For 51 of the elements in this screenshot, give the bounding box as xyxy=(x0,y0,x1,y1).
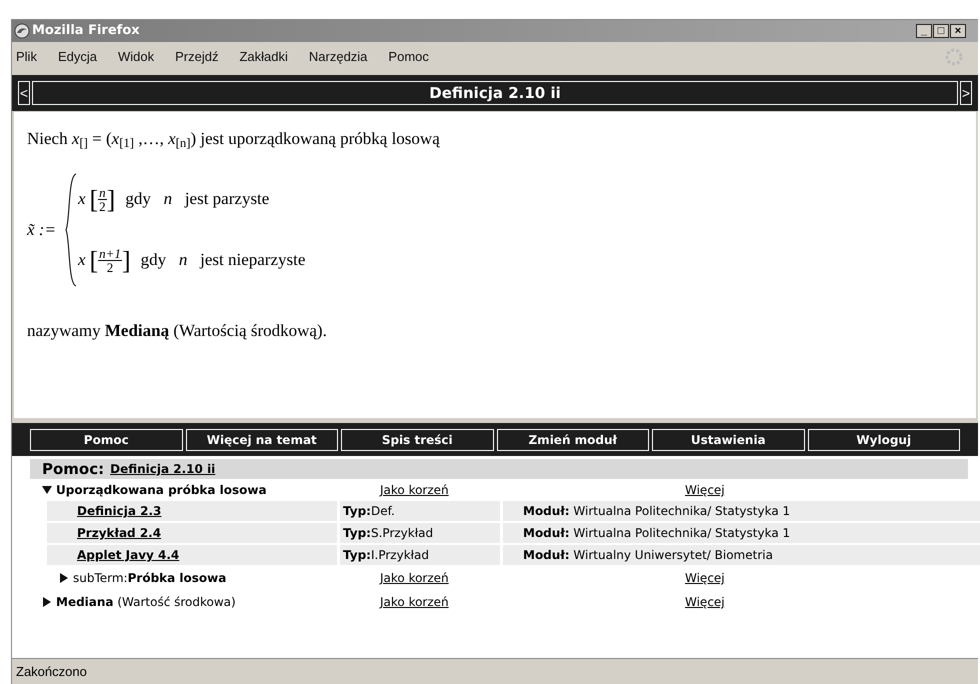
browser-logo-icon xyxy=(14,23,30,39)
root-link[interactable]: Jako korzeń xyxy=(380,481,449,499)
window-title: Mozilla Firefox xyxy=(32,22,140,40)
previous-button[interactable]: < xyxy=(18,81,30,105)
menu-item[interactable]: Zakładki xyxy=(239,47,288,67)
closing-sentence: nazywamy Medianą (Wartością środkową). xyxy=(27,320,328,342)
module-cell: Moduł: Wirtualna Politechnika/ Statystyka 1 xyxy=(503,523,980,543)
more-link[interactable]: Więcej xyxy=(685,481,725,499)
menu-item[interactable]: Edycja xyxy=(58,47,97,67)
status-text: Zakończono xyxy=(16,662,87,681)
subterm-label: subTerm:Próbka losowa xyxy=(73,570,226,587)
nav-tab[interactable]: Ustawienia xyxy=(652,428,804,450)
module-cell: Moduł: Wirtualny Uniwersytet/ Biometria xyxy=(503,545,980,565)
menu-item[interactable]: Plik xyxy=(16,47,37,67)
median-symbol: x̃ := xyxy=(27,218,56,241)
resource-link[interactable]: Przykład 2.4 xyxy=(77,524,162,542)
type-cell: Typ:I.Przykład xyxy=(340,545,500,565)
more-link[interactable]: Więcej xyxy=(685,569,725,587)
nav-tab[interactable]: Wyloguj xyxy=(808,428,960,450)
menu-item[interactable]: Widok xyxy=(118,47,154,67)
menu-item[interactable]: Narzędzia xyxy=(308,47,368,67)
resource-link[interactable]: Definicja 2.3 xyxy=(77,502,162,520)
root-link[interactable]: Jako korzeń xyxy=(380,593,449,611)
collapsed-triangle-icon[interactable] xyxy=(59,573,69,583)
help-topic-link[interactable]: Definicja 2.10 ii xyxy=(110,460,216,478)
nav-tab[interactable]: Więcej na temat xyxy=(186,428,338,450)
window-control-button[interactable]: _ xyxy=(916,24,932,38)
term-label: Mediana (Wartość środkowa) xyxy=(56,594,236,611)
window-control-button[interactable]: □ xyxy=(933,24,949,38)
nav-tab[interactable]: Spis treści xyxy=(341,428,494,450)
module-cell: Moduł: Wirtualna Politechnika/ Statystyka 1 xyxy=(503,501,980,521)
menu-item[interactable]: Pomoc xyxy=(388,47,429,67)
resource-link[interactable]: Applet Javy 4.4 xyxy=(77,546,180,564)
menu-item[interactable]: Przejdź xyxy=(175,47,218,67)
case-condition: gdy n jest parzyste xyxy=(125,188,270,210)
term-label: Uporządkowana próbka losowa xyxy=(56,482,267,499)
next-button[interactable]: > xyxy=(960,81,972,105)
case-condition: gdy n jest nieparzyste xyxy=(140,249,306,272)
expanded-triangle-icon[interactable] xyxy=(42,485,52,495)
help-title: Pomoc: xyxy=(42,458,104,480)
more-link[interactable]: Więcej xyxy=(685,593,725,611)
nav-tab[interactable]: Pomoc xyxy=(30,428,182,450)
type-cell: Typ:Def. xyxy=(340,501,500,521)
page-heading: Definicja 2.10 ii xyxy=(32,81,958,105)
type-cell: Typ:S.Przykład xyxy=(340,523,500,543)
definition-sentence: Niech x$_{[]}$ = (x$_{[1]}$ ,…, x$_{[n]}$) jest uporządkowaną próbką losową xyxy=(27,128,441,152)
window-control-button[interactable]: × xyxy=(950,24,966,38)
collapsed-triangle-icon[interactable] xyxy=(42,597,52,607)
root-link[interactable]: Jako korzeń xyxy=(380,569,449,587)
nav-tab[interactable]: Zmień moduł xyxy=(496,428,649,450)
throbber-icon xyxy=(944,47,964,67)
